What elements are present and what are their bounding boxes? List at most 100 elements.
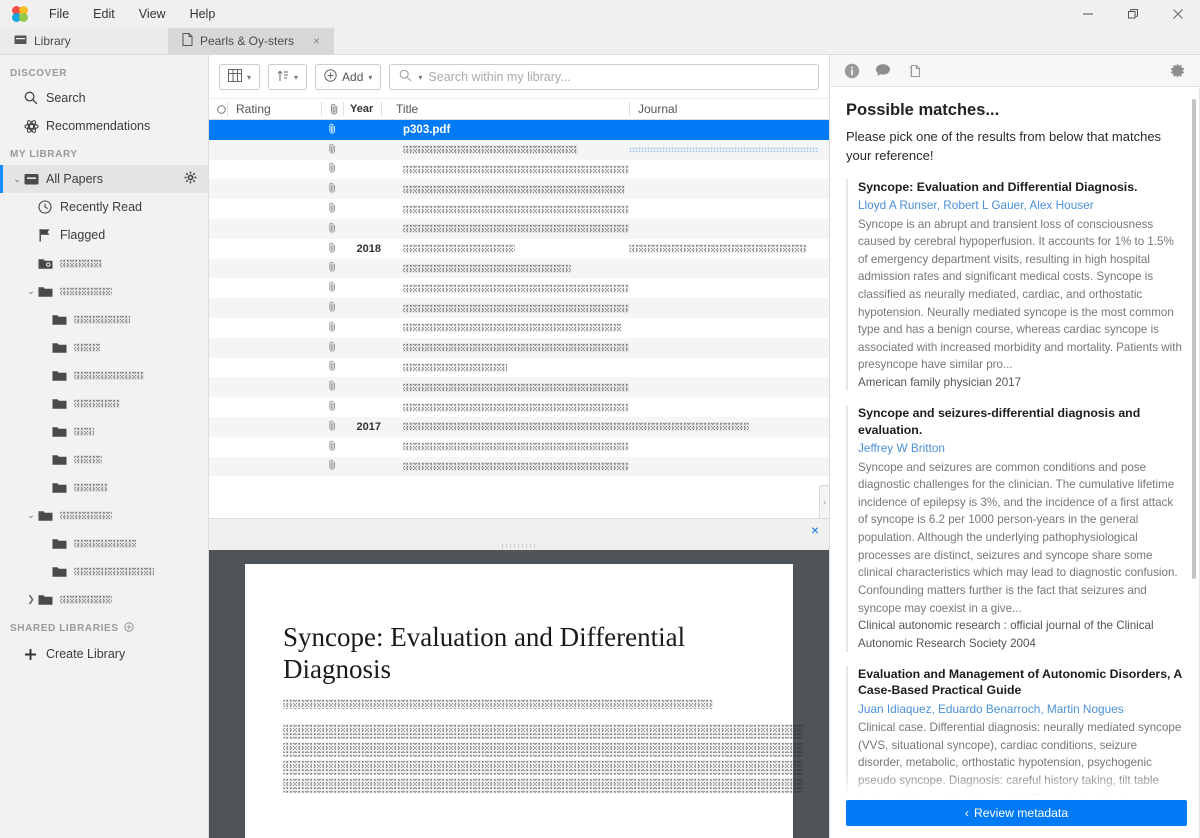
- menu-item-view[interactable]: View: [128, 3, 177, 25]
- column-header-title[interactable]: Title: [381, 102, 629, 116]
- tab-close-icon[interactable]: ×: [313, 34, 320, 48]
- comment-icon[interactable]: [875, 63, 891, 78]
- right-panel-scrollbar[interactable]: [1192, 99, 1196, 579]
- redacted-text: [403, 461, 629, 471]
- table-row[interactable]: [209, 437, 829, 457]
- sidebar-item-folder[interactable]: [0, 249, 208, 277]
- pdf-close-icon[interactable]: ×: [811, 522, 819, 538]
- sidebar-item-folder[interactable]: [0, 417, 208, 445]
- minimize-icon[interactable]: [1065, 0, 1110, 28]
- close-icon[interactable]: [1155, 0, 1200, 28]
- maximize-restore-icon[interactable]: [1110, 0, 1155, 28]
- sidebar: DISCOVER Search Recommendations MY LIBRARY ⌄…: [0, 55, 209, 838]
- sort-button[interactable]: ▾: [268, 64, 308, 90]
- grid-icon: [228, 69, 242, 85]
- pdf-preview-toolbar: ×: [209, 519, 829, 541]
- table-row[interactable]: [209, 358, 829, 378]
- table-row[interactable]: [209, 199, 829, 219]
- table-row[interactable]: p303.pdf: [209, 120, 829, 140]
- pdf-viewport[interactable]: Syncope: Evaluation and Differential Dia…: [209, 550, 829, 838]
- tab-library[interactable]: Library: [0, 28, 168, 54]
- sidebar-item-folder[interactable]: [0, 529, 208, 557]
- match-result-card[interactable]: Syncope and seizures-differential diagno…: [846, 405, 1183, 652]
- paperclip-icon: [321, 242, 343, 256]
- view-mode-button[interactable]: ▾: [219, 64, 261, 90]
- redacted-text: [60, 595, 112, 605]
- pdf-resize-grip[interactable]: [209, 541, 829, 550]
- paperclip-icon: [321, 281, 343, 295]
- sidebar-item-folder[interactable]: ⌄: [0, 277, 208, 305]
- chevron-down-icon[interactable]: ⌄: [10, 174, 24, 185]
- table-row[interactable]: [209, 337, 829, 358]
- match-result-card[interactable]: Syncope: Evaluation and Differential Dia…: [846, 178, 1183, 392]
- column-header-year[interactable]: Year: [343, 102, 381, 116]
- column-header-journal[interactable]: Journal: [629, 102, 829, 116]
- matches-list[interactable]: Possible matches... Please pick one of t…: [830, 87, 1200, 796]
- redacted-text: [74, 567, 154, 577]
- tab-document[interactable]: Pearls & Oy-sters ×: [168, 28, 334, 54]
- sidebar-item-folder[interactable]: [0, 389, 208, 417]
- menu-item-file[interactable]: File: [38, 3, 80, 25]
- sidebar-item-recently-read[interactable]: Recently Read: [0, 193, 208, 221]
- table-row[interactable]: [209, 377, 829, 398]
- sidebar-item-recommendations[interactable]: Recommendations: [0, 112, 208, 140]
- sidebar-item-folder[interactable]: [0, 557, 208, 585]
- sidebar-item-flagged[interactable]: Flagged: [0, 221, 208, 249]
- sidebar-item-search[interactable]: Search: [0, 84, 208, 112]
- menu-bar[interactable]: File Edit View Help: [38, 3, 226, 25]
- match-result-journal: Clinical autonomic research : official j…: [858, 619, 1154, 650]
- info-icon[interactable]: [844, 63, 860, 79]
- menu-item-help[interactable]: Help: [179, 3, 227, 25]
- folder-icon: [52, 313, 74, 326]
- paperclip-icon: [321, 261, 343, 275]
- review-metadata-button[interactable]: ‹ Review metadata: [846, 800, 1187, 826]
- table-row[interactable]: [209, 298, 829, 318]
- paperclip-icon: [321, 301, 343, 315]
- sidebar-item-all-papers[interactable]: ⌄ All Papers: [0, 165, 208, 193]
- sidebar-item-folder[interactable]: [0, 445, 208, 473]
- paper-list[interactable]: p303.pdf 2018 2017: [209, 120, 829, 518]
- table-row[interactable]: [209, 139, 829, 160]
- chevron-down-icon[interactable]: ⌄: [24, 510, 38, 521]
- add-circle-icon[interactable]: [123, 622, 134, 635]
- tab-document-label: Pearls & Oy-sters: [200, 34, 295, 48]
- match-result-journal: American family physician 2017: [858, 376, 1022, 390]
- sidebar-item-folder[interactable]: [0, 361, 208, 389]
- table-row[interactable]: [209, 160, 829, 180]
- table-row[interactable]: 2017: [209, 416, 829, 437]
- chevron-down-icon[interactable]: ⌄: [24, 286, 38, 297]
- table-row[interactable]: [209, 258, 829, 279]
- table-row[interactable]: [209, 278, 829, 298]
- column-header-attachment[interactable]: [321, 102, 343, 116]
- column-header-rating[interactable]: Rating: [227, 102, 321, 116]
- table-row[interactable]: [209, 179, 829, 200]
- sidebar-item-folder[interactable]: [0, 473, 208, 501]
- sidebar-item-folder[interactable]: ❯: [0, 585, 208, 613]
- sidebar-item-create-library[interactable]: Create Library: [0, 640, 208, 668]
- row-title: [381, 460, 629, 472]
- add-button[interactable]: Add ▾: [315, 64, 382, 90]
- menu-item-edit[interactable]: Edit: [82, 3, 126, 25]
- column-header-select[interactable]: [209, 102, 227, 116]
- sort-icon: [277, 69, 289, 85]
- table-row[interactable]: [209, 318, 829, 338]
- copy-pages-icon[interactable]: [906, 63, 922, 79]
- search-input[interactable]: ▾ Search within my library...: [389, 64, 819, 90]
- panel-collapse-handle[interactable]: ›: [819, 485, 830, 519]
- paperclip-icon: [321, 459, 343, 473]
- table-row[interactable]: [209, 397, 829, 417]
- folder-settings-gear-icon[interactable]: [184, 171, 197, 187]
- sidebar-item-folder[interactable]: ⌄: [0, 501, 208, 529]
- table-row[interactable]: [209, 218, 829, 239]
- gear-icon[interactable]: [1169, 62, 1186, 79]
- match-result-authors[interactable]: Lloyd A Runser, Robert L Gauer, Alex Hou…: [858, 197, 1183, 214]
- table-row[interactable]: [209, 456, 829, 477]
- table-row[interactable]: 2018: [209, 239, 829, 259]
- sidebar-item-folder[interactable]: [0, 333, 208, 361]
- recommendations-icon: [24, 119, 46, 134]
- row-title: [381, 223, 629, 235]
- sidebar-item-folder[interactable]: [0, 305, 208, 333]
- match-result-authors[interactable]: Juan Idiaquez, Eduardo Benarroch, Martin…: [858, 701, 1183, 718]
- match-result-authors[interactable]: Jeffrey W Britton: [858, 440, 1183, 457]
- chevron-right-icon[interactable]: ❯: [24, 594, 38, 605]
